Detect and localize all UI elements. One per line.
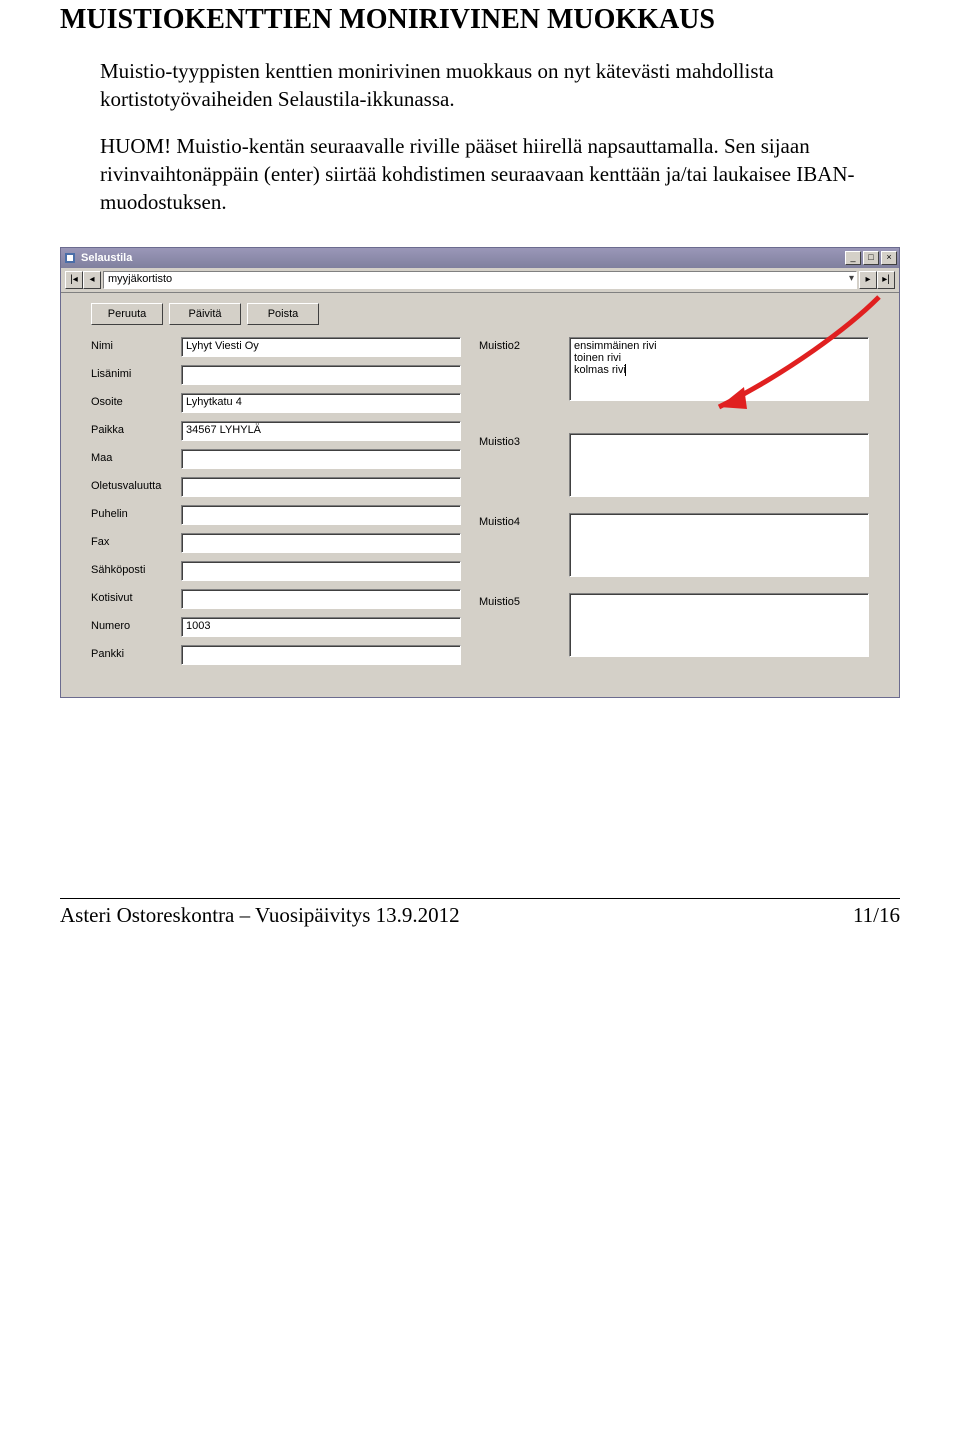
window-title: Selaustila — [81, 252, 845, 264]
action-buttons: Peruuta Päivitä Poista — [61, 293, 899, 329]
input-muistio2[interactable]: ensimmäinen rivi toinen rivi kolmas rivi — [569, 337, 869, 401]
input-numero[interactable]: 1003 — [181, 617, 461, 637]
field-kotisivut: Kotisivut — [91, 589, 479, 609]
field-puhelin: Puhelin — [91, 505, 479, 525]
field-oletusvaluutta: Oletusvaluutta — [91, 477, 479, 497]
field-nimi: Nimi Lyhyt Viesti Oy — [91, 337, 479, 357]
page-heading: MUISTIOKENTTIEN MONIRIVINEN MUOKKAUS — [60, 4, 900, 36]
input-maa[interactable] — [181, 449, 461, 469]
cancel-button[interactable]: Peruuta — [91, 303, 163, 325]
window-titlebar: Selaustila _ □ × — [61, 248, 899, 268]
label-sahkoposti: Sähköposti — [91, 561, 181, 576]
form-area: Nimi Lyhyt Viesti Oy Lisänimi Osoite Lyh… — [61, 329, 899, 697]
footer-divider — [60, 898, 900, 899]
input-muistio4[interactable] — [569, 513, 869, 577]
label-muistio3: Muistio3 — [479, 433, 569, 448]
field-numero: Numero 1003 — [91, 617, 479, 637]
label-osoite: Osoite — [91, 393, 181, 408]
intro-paragraph-1: Muistio-tyyppisten kenttien monirivinen … — [100, 58, 900, 113]
label-kotisivut: Kotisivut — [91, 589, 181, 604]
field-muistio2: Muistio2 ensimmäinen rivi toinen rivi ko… — [479, 337, 869, 401]
field-osoite: Osoite Lyhytkatu 4 — [91, 393, 479, 413]
right-column: Muistio2 ensimmäinen rivi toinen rivi ko… — [479, 337, 869, 673]
label-lisanimi: Lisänimi — [91, 365, 181, 380]
record-navigator: |◂ ◂ myyjäkortisto ▸ ▸| — [61, 268, 899, 293]
input-puhelin[interactable] — [181, 505, 461, 525]
minimize-button[interactable]: _ — [845, 251, 861, 265]
left-column: Nimi Lyhyt Viesti Oy Lisänimi Osoite Lyh… — [91, 337, 479, 673]
text-caret — [625, 364, 626, 376]
input-fax[interactable] — [181, 533, 461, 553]
selaustila-window: Selaustila _ □ × |◂ ◂ myyjäkortisto ▸ ▸|… — [60, 247, 900, 698]
field-lisanimi: Lisänimi — [91, 365, 479, 385]
page-footer: Asteri Ostoreskontra – Vuosipäivitys 13.… — [60, 903, 900, 928]
field-pankki: Pankki — [91, 645, 479, 665]
label-maa: Maa — [91, 449, 181, 464]
label-oletusvaluutta: Oletusvaluutta — [91, 477, 181, 492]
input-osoite[interactable]: Lyhytkatu 4 — [181, 393, 461, 413]
update-button[interactable]: Päivitä — [169, 303, 241, 325]
prev-record-button[interactable]: ◂ — [83, 271, 101, 289]
memo2-text: ensimmäinen rivi toinen rivi kolmas rivi — [574, 340, 657, 376]
label-muistio4: Muistio4 — [479, 513, 569, 528]
input-pankki[interactable] — [181, 645, 461, 665]
input-muistio5[interactable] — [569, 593, 869, 657]
input-sahkoposti[interactable] — [181, 561, 461, 581]
maximize-button[interactable]: □ — [863, 251, 879, 265]
first-record-button[interactable]: |◂ — [65, 271, 83, 289]
field-muistio4: Muistio4 — [479, 513, 869, 577]
field-muistio5: Muistio5 — [479, 593, 869, 657]
label-pankki: Pankki — [91, 645, 181, 660]
label-paikka: Paikka — [91, 421, 181, 436]
label-fax: Fax — [91, 533, 181, 548]
app-icon — [63, 251, 77, 265]
footer-left: Asteri Ostoreskontra – Vuosipäivitys 13.… — [60, 903, 460, 928]
close-button[interactable]: × — [881, 251, 897, 265]
label-muistio2: Muistio2 — [479, 337, 569, 352]
input-kotisivut[interactable] — [181, 589, 461, 609]
field-muistio3: Muistio3 — [479, 433, 869, 497]
label-nimi: Nimi — [91, 337, 181, 352]
input-oletusvaluutta[interactable] — [181, 477, 461, 497]
field-maa: Maa — [91, 449, 479, 469]
label-muistio5: Muistio5 — [479, 593, 569, 608]
label-numero: Numero — [91, 617, 181, 632]
field-fax: Fax — [91, 533, 479, 553]
last-record-button[interactable]: ▸| — [877, 271, 895, 289]
next-record-button[interactable]: ▸ — [859, 271, 877, 289]
input-muistio3[interactable] — [569, 433, 869, 497]
delete-button[interactable]: Poista — [247, 303, 319, 325]
field-paikka: Paikka 34567 LYHYLÄ — [91, 421, 479, 441]
footer-right: 11/16 — [853, 903, 900, 928]
intro-paragraph-2: HUOM! Muistio-kentän seuraavalle riville… — [100, 133, 900, 216]
label-puhelin: Puhelin — [91, 505, 181, 520]
input-paikka[interactable]: 34567 LYHYLÄ — [181, 421, 461, 441]
input-lisanimi[interactable] — [181, 365, 461, 385]
input-nimi[interactable]: Lyhyt Viesti Oy — [181, 337, 461, 357]
field-sahkoposti: Sähköposti — [91, 561, 479, 581]
record-selector[interactable]: myyjäkortisto — [103, 271, 857, 289]
